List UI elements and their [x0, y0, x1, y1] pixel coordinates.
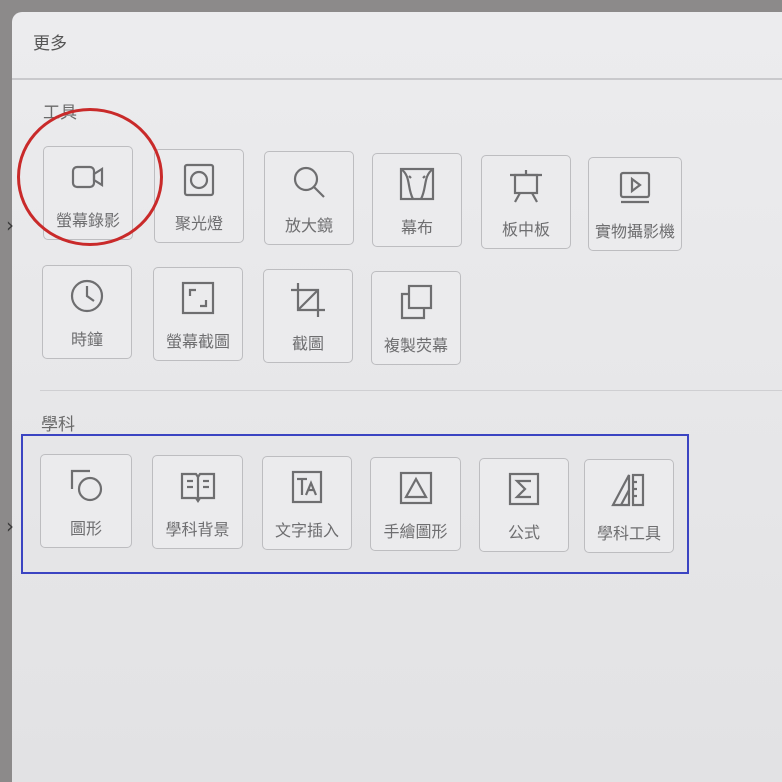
subject-shapes[interactable]: 圖形 [40, 454, 132, 548]
triangle-drawing-icon [396, 468, 436, 508]
section-divider [40, 390, 782, 391]
magnifier-icon [289, 162, 329, 202]
tool-clock[interactable]: 時鐘 [42, 265, 132, 359]
chevron-right-icon[interactable]: › [6, 515, 20, 537]
tool-label: 截圖 [291, 334, 324, 353]
subject-label: 圖形 [69, 519, 102, 538]
tool-spotlight[interactable]: 聚光燈 [154, 149, 244, 243]
tool-screenshot[interactable]: 螢幕截圖 [153, 267, 243, 361]
header-divider [12, 78, 782, 80]
open-book-icon [178, 466, 218, 506]
tool-curtain[interactable]: 幕布 [372, 153, 462, 247]
spotlight-icon [179, 160, 219, 200]
tool-crop[interactable]: 截圖 [263, 269, 353, 363]
tool-duplicate-screen[interactable]: 複製荧幕 [371, 271, 461, 365]
section-label-tools: 工具 [43, 103, 77, 123]
tool-label: 複製荧幕 [383, 336, 448, 355]
subject-text-insert[interactable]: 文字插入 [262, 456, 352, 550]
subject-label: 手繪圖形 [383, 522, 448, 541]
shapes-icon [66, 465, 106, 505]
ruler-triangle-icon [609, 470, 649, 510]
curtain-icon [397, 164, 437, 204]
tool-label: 聚光燈 [174, 214, 223, 233]
panel-title: 更多 [33, 34, 67, 54]
tool-label: 螢幕錄影 [55, 211, 120, 230]
sigma-formula-icon [504, 469, 544, 509]
screenshot-frame-icon [178, 278, 218, 318]
subject-formula[interactable]: 公式 [479, 458, 569, 552]
tool-magnifier[interactable]: 放大鏡 [264, 151, 354, 245]
crop-icon [288, 280, 328, 320]
subject-hand-drawn-shape[interactable]: 手繪圖形 [370, 457, 461, 551]
subject-tools[interactable]: 學科工具 [584, 459, 674, 553]
text-box-icon [287, 467, 327, 507]
video-camera-icon [68, 157, 108, 197]
more-panel: › › 更多 工具 螢幕錄影 聚光燈 放大鏡 幕布 板中板 實物攝影機 時鐘 螢… [6, 12, 782, 782]
tool-document-camera[interactable]: 實物攝影機 [588, 157, 682, 251]
clock-icon [67, 276, 107, 316]
document-camera-icon [615, 168, 655, 208]
tool-label: 實物攝影機 [594, 222, 675, 241]
copy-screen-icon [396, 282, 436, 322]
subject-label: 學科工具 [596, 524, 661, 543]
tool-label: 幕布 [400, 218, 433, 237]
tool-label: 螢幕截圖 [165, 332, 230, 351]
section-label-subjects: 學科 [41, 415, 75, 435]
tool-label: 板中板 [501, 220, 550, 239]
subject-label: 學科背景 [165, 520, 230, 539]
subject-label: 公式 [507, 523, 540, 542]
easel-board-icon [506, 166, 546, 206]
tool-board-in-board[interactable]: 板中板 [481, 155, 571, 249]
tool-label: 放大鏡 [284, 216, 333, 235]
tool-label: 時鐘 [70, 330, 103, 349]
subject-label: 文字插入 [274, 521, 339, 540]
tool-screen-record[interactable]: 螢幕錄影 [43, 146, 133, 240]
subject-background[interactable]: 學科背景 [152, 455, 243, 549]
chevron-right-icon[interactable]: › [6, 214, 20, 236]
